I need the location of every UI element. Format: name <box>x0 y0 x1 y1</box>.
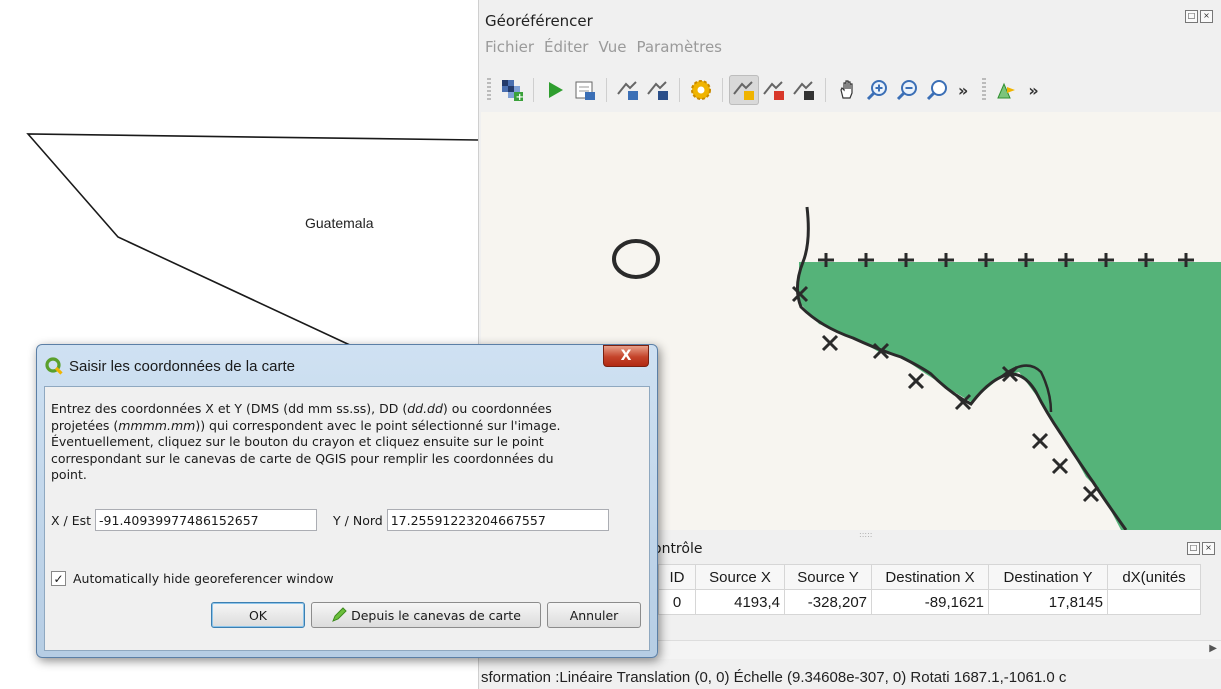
table-cell[interactable]: 0 <box>658 589 696 615</box>
y-north-input[interactable] <box>386 509 609 531</box>
description-line: point. <box>51 467 87 482</box>
menu-settings[interactable]: Paramètres <box>636 38 722 56</box>
start-georef-icon[interactable] <box>540 75 570 105</box>
from-canvas-button[interactable]: Depuis le canevas de carte <box>311 602 541 628</box>
delete-point-icon[interactable] <box>759 75 789 105</box>
menu-view[interactable]: Vue <box>598 38 626 56</box>
table-cell[interactable]: -89,1621 <box>871 589 989 615</box>
float-icon[interactable]: □ <box>1185 10 1198 23</box>
description-line: correspondant sur le canevas de carte de… <box>51 450 554 466</box>
column-header[interactable]: dX(unités <box>1107 564 1201 590</box>
panel-close-icon[interactable]: × <box>1202 542 1215 555</box>
table-cell[interactable]: 17,8145 <box>988 589 1108 615</box>
auto-hide-checkbox[interactable]: ✓ <box>51 571 66 586</box>
status-bar: sformation :Linéaire Translation (0, 0) … <box>479 667 1221 689</box>
move-point-icon[interactable] <box>789 75 819 105</box>
description-line: Entrez des coordonnées X et Y (DMS (dd m… <box>51 401 552 416</box>
scroll-right-icon[interactable]: ▶ <box>1209 643 1217 654</box>
qgis-logo-icon <box>45 357 63 375</box>
zoom-out-icon[interactable] <box>892 75 922 105</box>
dialog-body: Entrez des coordonnées X et Y (DMS (dd m… <box>44 386 650 651</box>
window-title: Géoréférencer <box>485 12 593 30</box>
load-gcp-icon[interactable] <box>613 75 643 105</box>
column-header[interactable]: Destination Y <box>988 564 1108 590</box>
from-canvas-label: Depuis le canevas de carte <box>351 607 521 623</box>
column-header[interactable]: Destination X <box>871 564 989 590</box>
link-icon[interactable] <box>992 75 1022 105</box>
open-raster-icon[interactable]: + <box>497 75 527 105</box>
table-cell[interactable]: -328,207 <box>784 589 872 615</box>
table-row[interactable]: 0 4193,4 -328,207 -89,1621 17,8145 <box>658 589 1201 615</box>
description-line: Éventuellement, cliquez sur le bouton du… <box>51 434 544 449</box>
add-point-icon[interactable] <box>729 75 759 105</box>
settings-icon[interactable] <box>686 75 716 105</box>
pan-icon[interactable] <box>832 75 862 105</box>
toolbar-more-button[interactable]: » <box>958 81 968 100</box>
close-icon[interactable]: × <box>1200 10 1213 23</box>
svg-text:+: + <box>516 92 524 102</box>
save-gcp-icon[interactable] <box>643 75 673 105</box>
toolbar-grip[interactable] <box>487 78 491 102</box>
zoom-in-icon[interactable] <box>862 75 892 105</box>
status-text: sformation :Linéaire Translation (0, 0) … <box>481 669 1067 686</box>
toolbar-more-button-2[interactable]: » <box>1028 81 1038 100</box>
column-header[interactable]: Source X <box>695 564 785 590</box>
gcp-table[interactable]: ID Source X Source Y Destination X Desti… <box>658 564 1201 615</box>
dialog-title: Saisir les coordonnées de la carte <box>69 358 295 375</box>
menubar: Fichier Éditer Vue Paramètres <box>485 38 722 56</box>
menu-file[interactable]: Fichier <box>485 38 534 56</box>
zoom-layer-icon[interactable] <box>922 75 952 105</box>
gcp-panel-title: ontrôle <box>653 541 703 557</box>
column-header[interactable]: Source Y <box>784 564 872 590</box>
generate-script-icon[interactable] <box>570 75 600 105</box>
table-cell[interactable]: 4193,4 <box>695 589 785 615</box>
dialog-description: Entrez des coordonnées X et Y (DMS (dd m… <box>51 401 641 484</box>
panel-float-icon[interactable]: □ <box>1187 542 1200 555</box>
pencil-icon <box>332 607 347 622</box>
x-east-label: X / Est <box>51 512 92 528</box>
auto-hide-label: Automatically hide georeferencer window <box>73 571 334 586</box>
cancel-button[interactable]: Annuler <box>547 602 641 628</box>
dialog-close-button[interactable]: X <box>603 345 649 367</box>
toolbar: + » » <box>479 70 1221 110</box>
table-cell[interactable] <box>1107 589 1201 615</box>
toolbar-grip-2[interactable] <box>982 78 987 102</box>
country-label: Guatemala <box>305 215 374 231</box>
description-line: projetées (mmmm.mm)) qui correspondent a… <box>51 417 561 433</box>
y-north-label: Y / Nord <box>333 512 383 528</box>
ok-button[interactable]: OK <box>211 602 305 628</box>
x-east-input[interactable] <box>95 509 318 531</box>
menu-edit[interactable]: Éditer <box>544 38 588 56</box>
enter-coordinates-dialog: Saisir les coordonnées de la carte X Ent… <box>36 344 658 658</box>
column-header[interactable]: ID <box>658 564 696 590</box>
